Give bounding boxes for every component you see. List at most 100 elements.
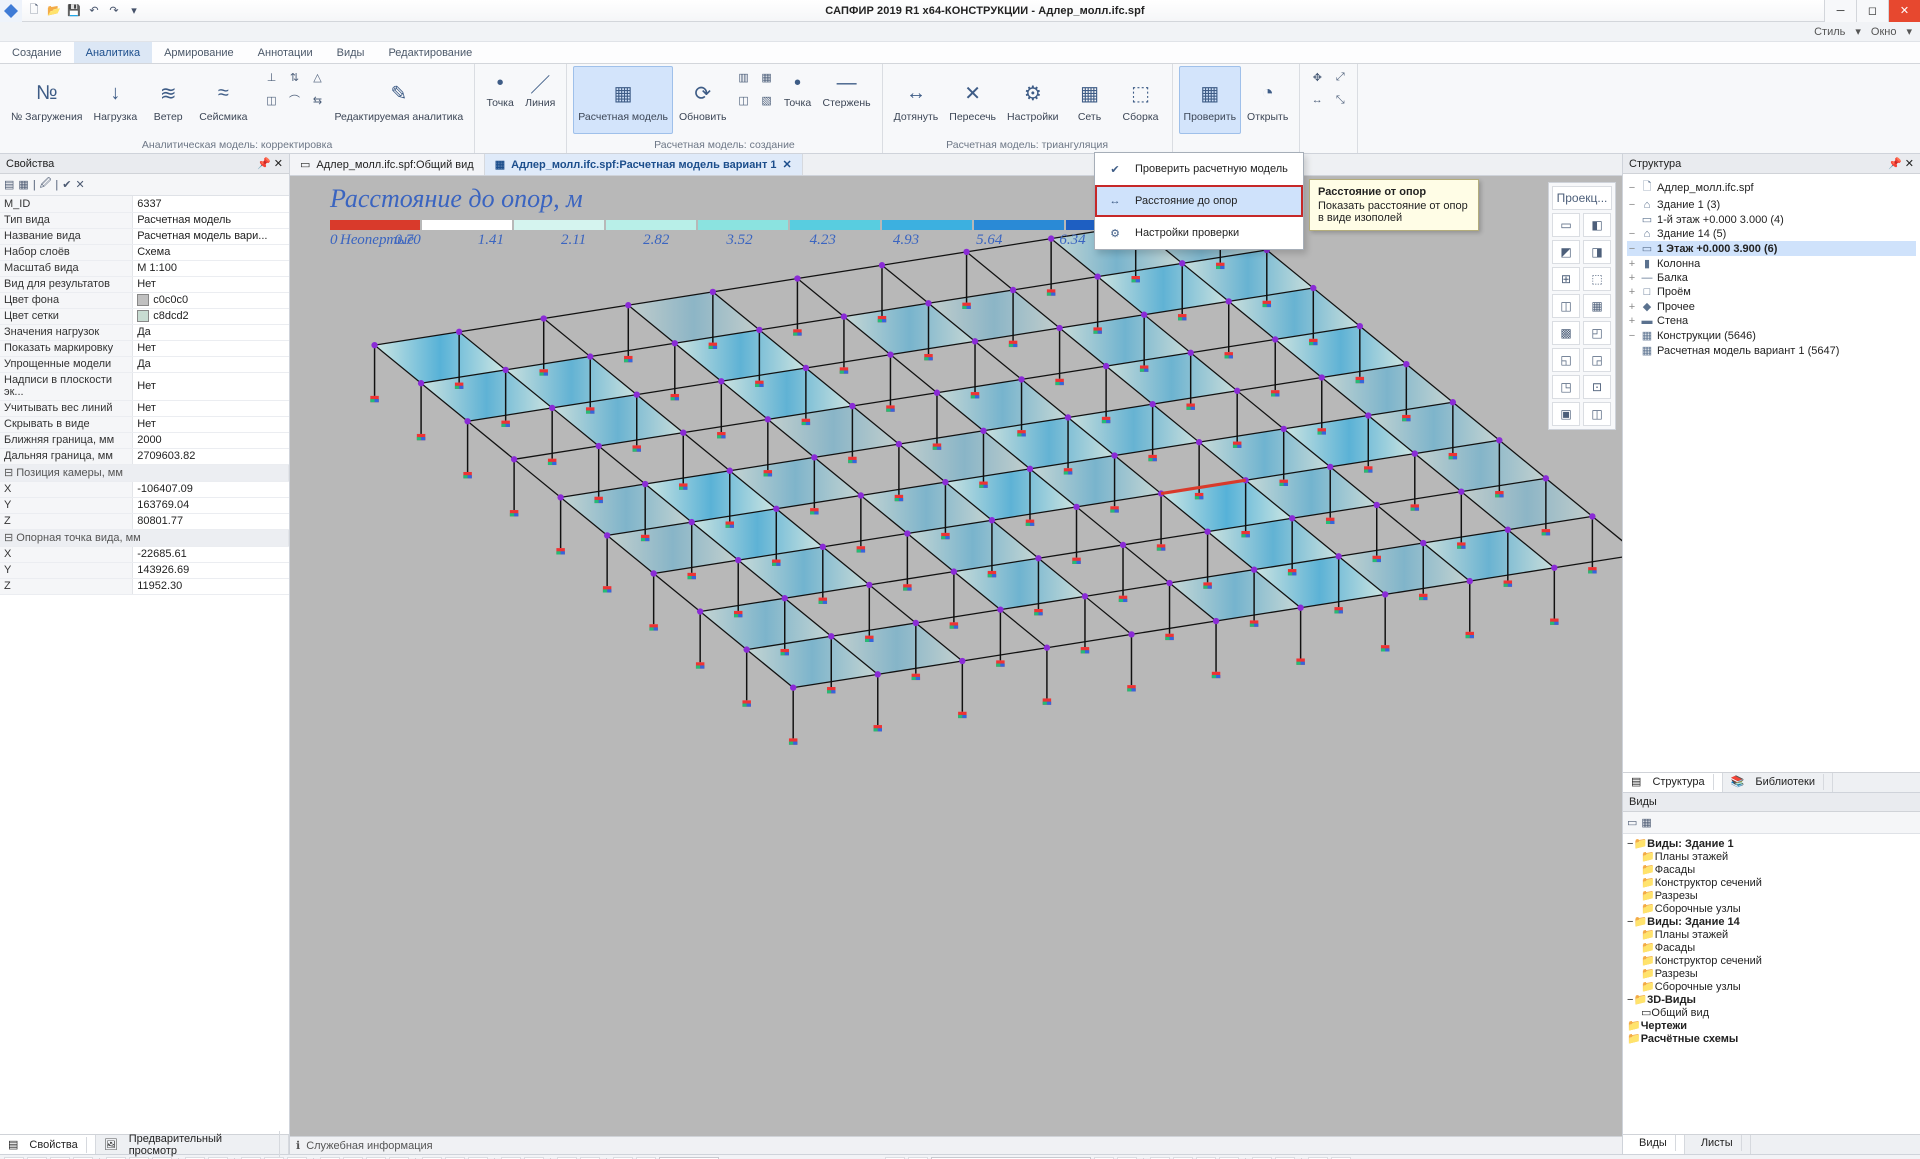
mini-btn[interactable]: ▦ [756, 66, 778, 88]
view-tool-button[interactable]: ◨ [1583, 240, 1611, 264]
mini-btn[interactable]: ▧ [756, 89, 778, 111]
prop-tool-icon[interactable]: 🖉 [40, 175, 52, 194]
mini-btn[interactable]: ⇅ [284, 66, 306, 88]
doc-tab[interactable]: ▭Адлер_молл.ifc.spf:Общий вид [290, 154, 485, 175]
tab-libraries[interactable]: 📚 Библиотеки [1723, 773, 1833, 792]
mesh-button[interactable]: ▦Сеть [1065, 66, 1115, 134]
vtb-tab[interactable]: Проекц... [1552, 186, 1612, 210]
mini-btn[interactable]: ⇆ [307, 89, 329, 111]
tab-views[interactable]: Виды [325, 42, 377, 63]
views-tool-icon[interactable]: ▦ [1641, 816, 1651, 829]
tab-edit[interactable]: Редактирование [376, 42, 484, 63]
bar-button[interactable]: —Стержень [818, 66, 876, 112]
new-icon[interactable]: 🗋 [26, 3, 42, 19]
open-icon[interactable]: 📂 [46, 3, 62, 19]
viewport[interactable]: Расстояние до опор, м 00.701.412.112.823… [290, 176, 1622, 1136]
ribbon-tab-strip: Создание Аналитика Армирование Аннотации… [0, 42, 1920, 64]
tab-create[interactable]: Создание [0, 42, 74, 63]
prop-tool-icon[interactable]: ▤ [4, 178, 14, 191]
intersect-button[interactable]: ✕Пересечь [944, 66, 1001, 134]
load-button[interactable]: ↓Нагрузка [89, 66, 143, 134]
save-icon[interactable]: 💾 [66, 3, 82, 19]
left-tabs: ▤ Свойства 🖼 Предварительный просмотр [0, 1134, 289, 1154]
edit-analytics-button[interactable]: ✎Редактируемая аналитика [330, 66, 469, 134]
maximize-button[interactable]: ◻ [1856, 0, 1888, 22]
mini-btn[interactable]: ◫ [733, 89, 755, 111]
mini-btn[interactable]: ⊥ [261, 66, 283, 88]
model-svg [290, 176, 1622, 1136]
tab-sheets[interactable]: Листы [1685, 1135, 1751, 1154]
view-tool-button[interactable]: ◩ [1552, 240, 1580, 264]
prop-tool-icon[interactable]: ✕ [75, 178, 84, 191]
open-model-button[interactable]: ◔Открыть [1242, 66, 1293, 134]
point-button[interactable]: •Точка [481, 66, 519, 112]
view-tool-button[interactable]: ▦ [1583, 294, 1611, 318]
undo-icon[interactable]: ↶ [86, 3, 102, 19]
redo-icon[interactable]: ↷ [106, 3, 122, 19]
view-tool-button[interactable]: ◳ [1552, 375, 1580, 399]
update-button[interactable]: ⟳Обновить [674, 66, 732, 134]
load-case-number-button[interactable]: №№ Загружения [6, 66, 88, 134]
quick-access-toolbar: 🗋 📂 💾 ↶ ↷ ▾ [22, 3, 146, 19]
close-tab-icon[interactable]: ✕ [783, 158, 792, 171]
views-tree[interactable]: −📁Виды: Здание 1📁Планы этажей📁Фасады📁Кон… [1623, 834, 1920, 1134]
panel-pin-icon[interactable]: 📌 ✕ [1888, 157, 1914, 170]
views-tool-icon[interactable]: ▭ [1627, 816, 1637, 829]
doc-tab[interactable]: ▦Адлер_молл.ifc.spf:Расчетная модель вар… [485, 154, 803, 175]
mini-btn[interactable]: ◫ [261, 89, 283, 111]
view-tool-button[interactable]: ⊡ [1583, 375, 1611, 399]
tab-views[interactable]: Виды [1623, 1135, 1685, 1154]
model-button[interactable]: ▦Расчетная модель [573, 66, 673, 134]
tooltip: Расстояние от опор Показать расстояние о… [1309, 179, 1479, 231]
view-tool-button[interactable]: ◲ [1583, 348, 1611, 372]
assemble-button[interactable]: ⬚Сборка [1116, 66, 1166, 134]
seismic-button[interactable]: ≈Сейсмика [194, 66, 252, 134]
minimize-button[interactable]: ─ [1824, 0, 1856, 22]
settings-button[interactable]: ⚙Настройки [1002, 66, 1064, 134]
prop-tool-icon[interactable]: ▦ [18, 178, 28, 191]
tab-structure[interactable]: ▤ Структура [1623, 773, 1723, 792]
properties-grid[interactable]: M_ID6337Тип видаРасчетная модельНазвание… [0, 196, 289, 1134]
menu-window[interactable]: Окно [1871, 26, 1897, 38]
view-tool-button[interactable]: ◱ [1552, 348, 1580, 372]
mini-btn[interactable]: ⤡ [1329, 89, 1351, 111]
line-button[interactable]: ／Линия [520, 66, 560, 112]
view-tool-button[interactable]: ◰ [1583, 321, 1611, 345]
menu-check-settings[interactable]: ⚙Настройки проверки [1095, 217, 1303, 249]
close-button[interactable]: ✕ [1888, 0, 1920, 22]
mini-btn[interactable]: ↔ [1306, 89, 1328, 111]
menu-check-model[interactable]: ✔Проверить расчетную модель [1095, 153, 1303, 185]
mini-btn[interactable]: ⤢ [1329, 66, 1351, 88]
prop-tool-icon[interactable]: ✔ [62, 178, 71, 191]
point2-button[interactable]: •Точка [779, 66, 817, 112]
document-tabs: ▭Адлер_молл.ifc.spf:Общий вид ▦Адлер_мол… [290, 154, 1622, 176]
info-icon: ℹ [296, 1139, 300, 1152]
mini-btn[interactable]: ▥ [733, 66, 755, 88]
extend-button[interactable]: ↔Дотянуть [889, 66, 944, 134]
mini-btn[interactable]: ⌒ [284, 89, 306, 111]
structure-tree[interactable]: −🗋Адлер_молл.ifc.spf−⌂Здание 1 (3)▭1-й э… [1623, 174, 1920, 772]
panel-pin-icon[interactable]: 📌 ✕ [257, 157, 283, 170]
view-tool-button[interactable]: ⬚ [1583, 267, 1611, 291]
view-tool-button[interactable]: ⊞ [1552, 267, 1580, 291]
check-button[interactable]: ▦Проверить [1179, 66, 1242, 134]
tab-annotations[interactable]: Аннотации [246, 42, 325, 63]
wind-button[interactable]: ≋Ветер [143, 66, 193, 134]
info-bar: ℹСлужебная информация [290, 1136, 1622, 1154]
menu-style[interactable]: Стиль [1814, 26, 1845, 38]
menu-distance-to-supports[interactable]: ↔Расстояние до опор [1095, 185, 1303, 217]
view-tool-button[interactable]: ◫ [1552, 294, 1580, 318]
qat-more-icon[interactable]: ▾ [126, 3, 142, 19]
tab-analytics[interactable]: Аналитика [74, 42, 152, 63]
view-tool-button[interactable]: ◫ [1583, 402, 1611, 426]
tab-properties[interactable]: ▤ Свойства [0, 1135, 96, 1154]
mini-btn[interactable]: ✥ [1306, 66, 1328, 88]
view-tool-button[interactable]: ▣ [1552, 402, 1580, 426]
tab-reinforcement[interactable]: Армирование [152, 42, 246, 63]
view-tool-button[interactable]: ◧ [1583, 213, 1611, 237]
view-tool-button[interactable]: ▭ [1552, 213, 1580, 237]
mini-btn[interactable]: △ [307, 66, 329, 88]
view-tool-button[interactable]: ▩ [1552, 321, 1580, 345]
tab-preview[interactable]: 🖼 Предварительный просмотр [96, 1135, 289, 1154]
menubar: Стиль▾ Окно▾ [0, 22, 1920, 42]
